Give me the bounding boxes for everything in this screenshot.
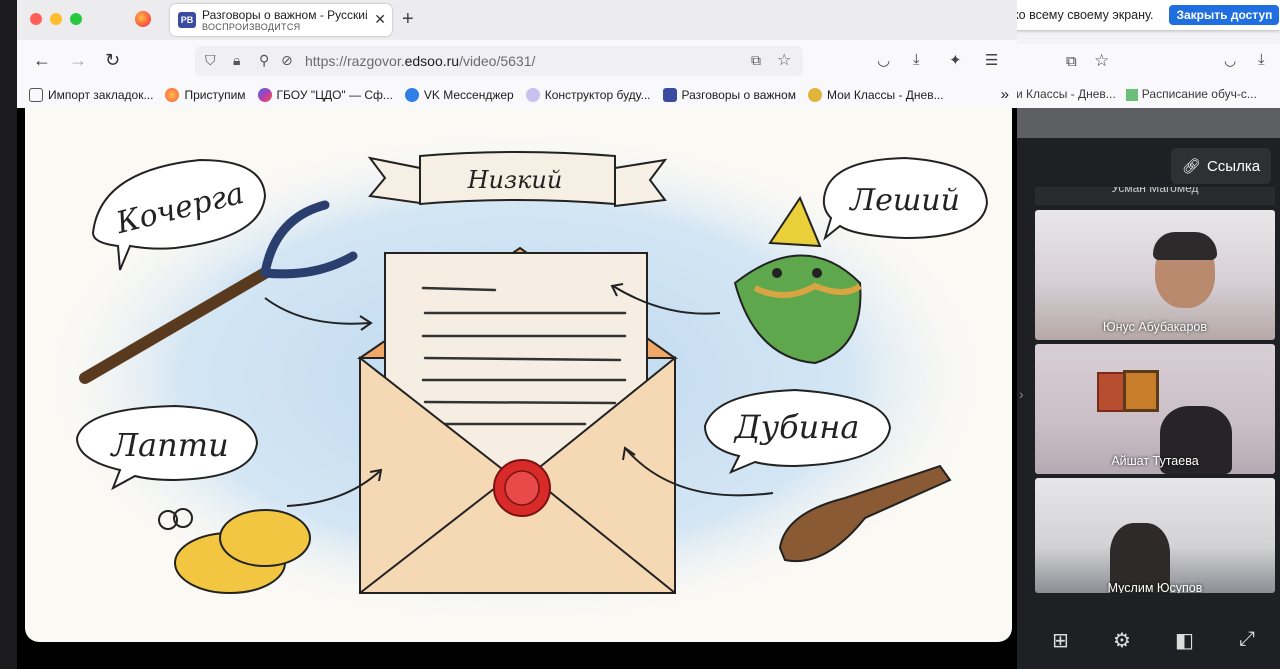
maximize-window-button[interactable] <box>70 13 82 25</box>
browser-window: PB Разговоры о важном - Русский ВОСПРОИЗ… <box>17 0 1017 669</box>
url-prefix: https://razgovor. <box>305 53 405 69</box>
more-bookmarks-icon[interactable]: » <box>1001 86 1009 103</box>
bookmark-item[interactable]: Конструктор буду... <box>525 88 651 102</box>
class-icon <box>807 88 822 102</box>
desktop: ⧉ ☆ ◡ ⤓ и Классы - Днев... Расписание об… <box>0 0 1280 669</box>
participant-tile-partial[interactable]: Усман Магомед <box>1035 187 1275 205</box>
bg-bookmark[interactable]: и Классы - Днев... <box>1016 87 1116 101</box>
background-bookmarks-bar: и Классы - Днев... Расписание обуч-с... <box>1000 80 1280 108</box>
pocket-icon[interactable]: ◡ <box>1224 52 1236 69</box>
tab-bar: PB Разговоры о важном - Русский ВОСПРОИЗ… <box>17 0 1017 40</box>
tab-favicon: PB <box>178 12 196 28</box>
bookmark-label: ГБОУ "ЦДО" — Сф... <box>276 88 393 102</box>
background-header <box>1000 108 1280 138</box>
participant-name: Усман Магомед <box>1111 187 1199 195</box>
participant-tile[interactable]: Айшат Тутаева <box>1035 344 1275 474</box>
globe-icon <box>257 88 272 102</box>
pip-icon[interactable]: ⧉ <box>1066 53 1077 70</box>
pocket-icon[interactable]: ◡ <box>877 51 890 69</box>
bg-bookmark[interactable]: Расписание обуч-с... <box>1125 87 1257 101</box>
share-link-label: Ссылка <box>1206 157 1261 175</box>
page-content: Низкий Кочерга Леший Лапти Дубина <box>17 108 1017 669</box>
forward-icon[interactable]: → <box>69 50 87 70</box>
link-icon: 🔗︎ <box>1181 158 1201 175</box>
bookmarks-bar: Импорт закладок... Приступим ГБОУ "ЦДО" … <box>17 82 1017 108</box>
participant-name: Айшат Тутаева <box>1111 454 1199 468</box>
bookmark-item[interactable]: Мои Классы - Днев... <box>807 88 944 102</box>
new-tab-button[interactable]: + <box>402 8 414 31</box>
url-path: /video/5631/ <box>459 53 536 69</box>
call-controls: ⊞ ⚙ ◧ ⤢ <box>1035 620 1275 660</box>
layout-icon[interactable]: ◧ <box>1175 628 1194 653</box>
bookmark-item[interactable]: VK Мессенджер <box>404 88 514 102</box>
collapse-panel-icon[interactable]: › <box>1019 386 1024 402</box>
envelope-illustration <box>356 246 679 594</box>
background-toolbar: ⧉ ☆ ◡ ⤓ <box>1000 44 1280 80</box>
bookmark-star-icon[interactable]: ☆ <box>777 50 791 70</box>
bubble-top-right: Леший <box>822 156 989 241</box>
wall-picture <box>1123 370 1159 412</box>
autoplay-blocked-icon[interactable]: ⊘ <box>281 52 293 69</box>
url-text: https://razgovor.edsoo.ru/video/5631/ <box>305 53 535 69</box>
star-icon[interactable]: ☆ <box>1094 51 1109 71</box>
firefox-view-icon[interactable] <box>135 11 151 27</box>
eyes-icon <box>525 88 540 102</box>
tab-playing-status: ВОСПРОИЗВОДИТСЯ <box>202 22 301 32</box>
bg-bookmark-label: Расписание обуч-с... <box>1141 87 1257 101</box>
reload-icon[interactable]: ↻ <box>105 50 120 70</box>
firefox-icon <box>165 88 180 102</box>
banner-word: Низкий <box>467 166 563 194</box>
bookmark-label: Конструктор буду... <box>544 88 651 102</box>
tab-active[interactable]: PB Разговоры о важном - Русский ВОСПРОИЗ… <box>170 4 392 36</box>
stop-sharing-button[interactable]: Закрыть доступ <box>1169 5 1280 25</box>
permissions-icon[interactable]: ⚲ <box>259 52 269 69</box>
pip-icon[interactable]: ⧉ <box>751 52 761 69</box>
shield-icon[interactable]: ⛉ <box>205 52 216 69</box>
bookmark-label: VK Мессенджер <box>423 88 514 102</box>
extensions-icon[interactable]: ✦ <box>949 51 962 69</box>
lock-icon[interactable]: 🔒︎ <box>233 52 240 69</box>
back-icon[interactable]: ← <box>33 50 51 70</box>
url-domain: edsoo.ru <box>404 53 460 69</box>
import-icon <box>29 88 43 102</box>
bookmark-item[interactable]: Импорт закладок... <box>29 88 153 102</box>
tab-title: Разговоры о важном - Русский <box>202 8 367 22</box>
fullscreen-icon[interactable]: ⤢ <box>1239 628 1255 651</box>
downloads-icon[interactable]: ⤓ <box>913 51 920 68</box>
participant-name: Юнус Абубакаров <box>1102 320 1208 334</box>
close-window-button[interactable] <box>30 13 42 25</box>
bookmark-item[interactable]: ГБОУ "ЦДО" — Сф... <box>257 88 393 102</box>
bookmark-label: Мои Классы - Днев... <box>826 88 944 102</box>
label-club: Дубина <box>733 408 860 446</box>
close-tab-icon[interactable]: ✕ <box>374 11 386 28</box>
grid-view-icon[interactable]: ⊞ <box>1052 628 1069 653</box>
bookmark-label: Разговоры о важном <box>681 88 796 102</box>
label-lapti: Лапти <box>109 426 228 464</box>
vk-icon <box>404 88 419 102</box>
participant-tile[interactable]: Муслим Юсупов <box>1035 478 1275 593</box>
share-link-button[interactable]: 🔗︎ Ссылка <box>1171 148 1271 184</box>
participant-name: Муслим Юсупов <box>1107 581 1203 593</box>
nav-toolbar: ← → ↻ ⛉ 🔒︎ ⚲ ⊘ https://razgovor.edsoo.ru… <box>17 40 1017 82</box>
video-slide[interactable]: Низкий Кочерга Леший Лапти Дубина <box>25 108 1012 642</box>
participant-tile[interactable]: Юнус Абубакаров <box>1035 210 1275 340</box>
bookmark-item[interactable]: Разговоры о важном <box>662 88 796 102</box>
pb-icon <box>662 88 677 102</box>
calendar-icon <box>1125 88 1138 101</box>
label-leshy: Леший <box>848 183 960 218</box>
bookmark-label: Импорт закладок... <box>48 88 154 102</box>
bookmark-label: Приступим <box>184 88 246 102</box>
menu-icon[interactable]: ☰ <box>985 51 998 69</box>
settings-gear-icon[interactable]: ⚙ <box>1113 628 1131 653</box>
address-bar[interactable]: ⛉ 🔒︎ ⚲ ⊘ https://razgovor.edsoo.ru/video… <box>195 46 803 76</box>
slide-illustration: Низкий Кочерга Леший Лапти Дубина <box>35 128 995 628</box>
participant-hair <box>1153 232 1217 260</box>
bookmark-item[interactable]: Приступим <box>165 88 246 102</box>
minimize-window-button[interactable] <box>50 13 62 25</box>
download-icon[interactable]: ⤓ <box>1258 51 1265 68</box>
